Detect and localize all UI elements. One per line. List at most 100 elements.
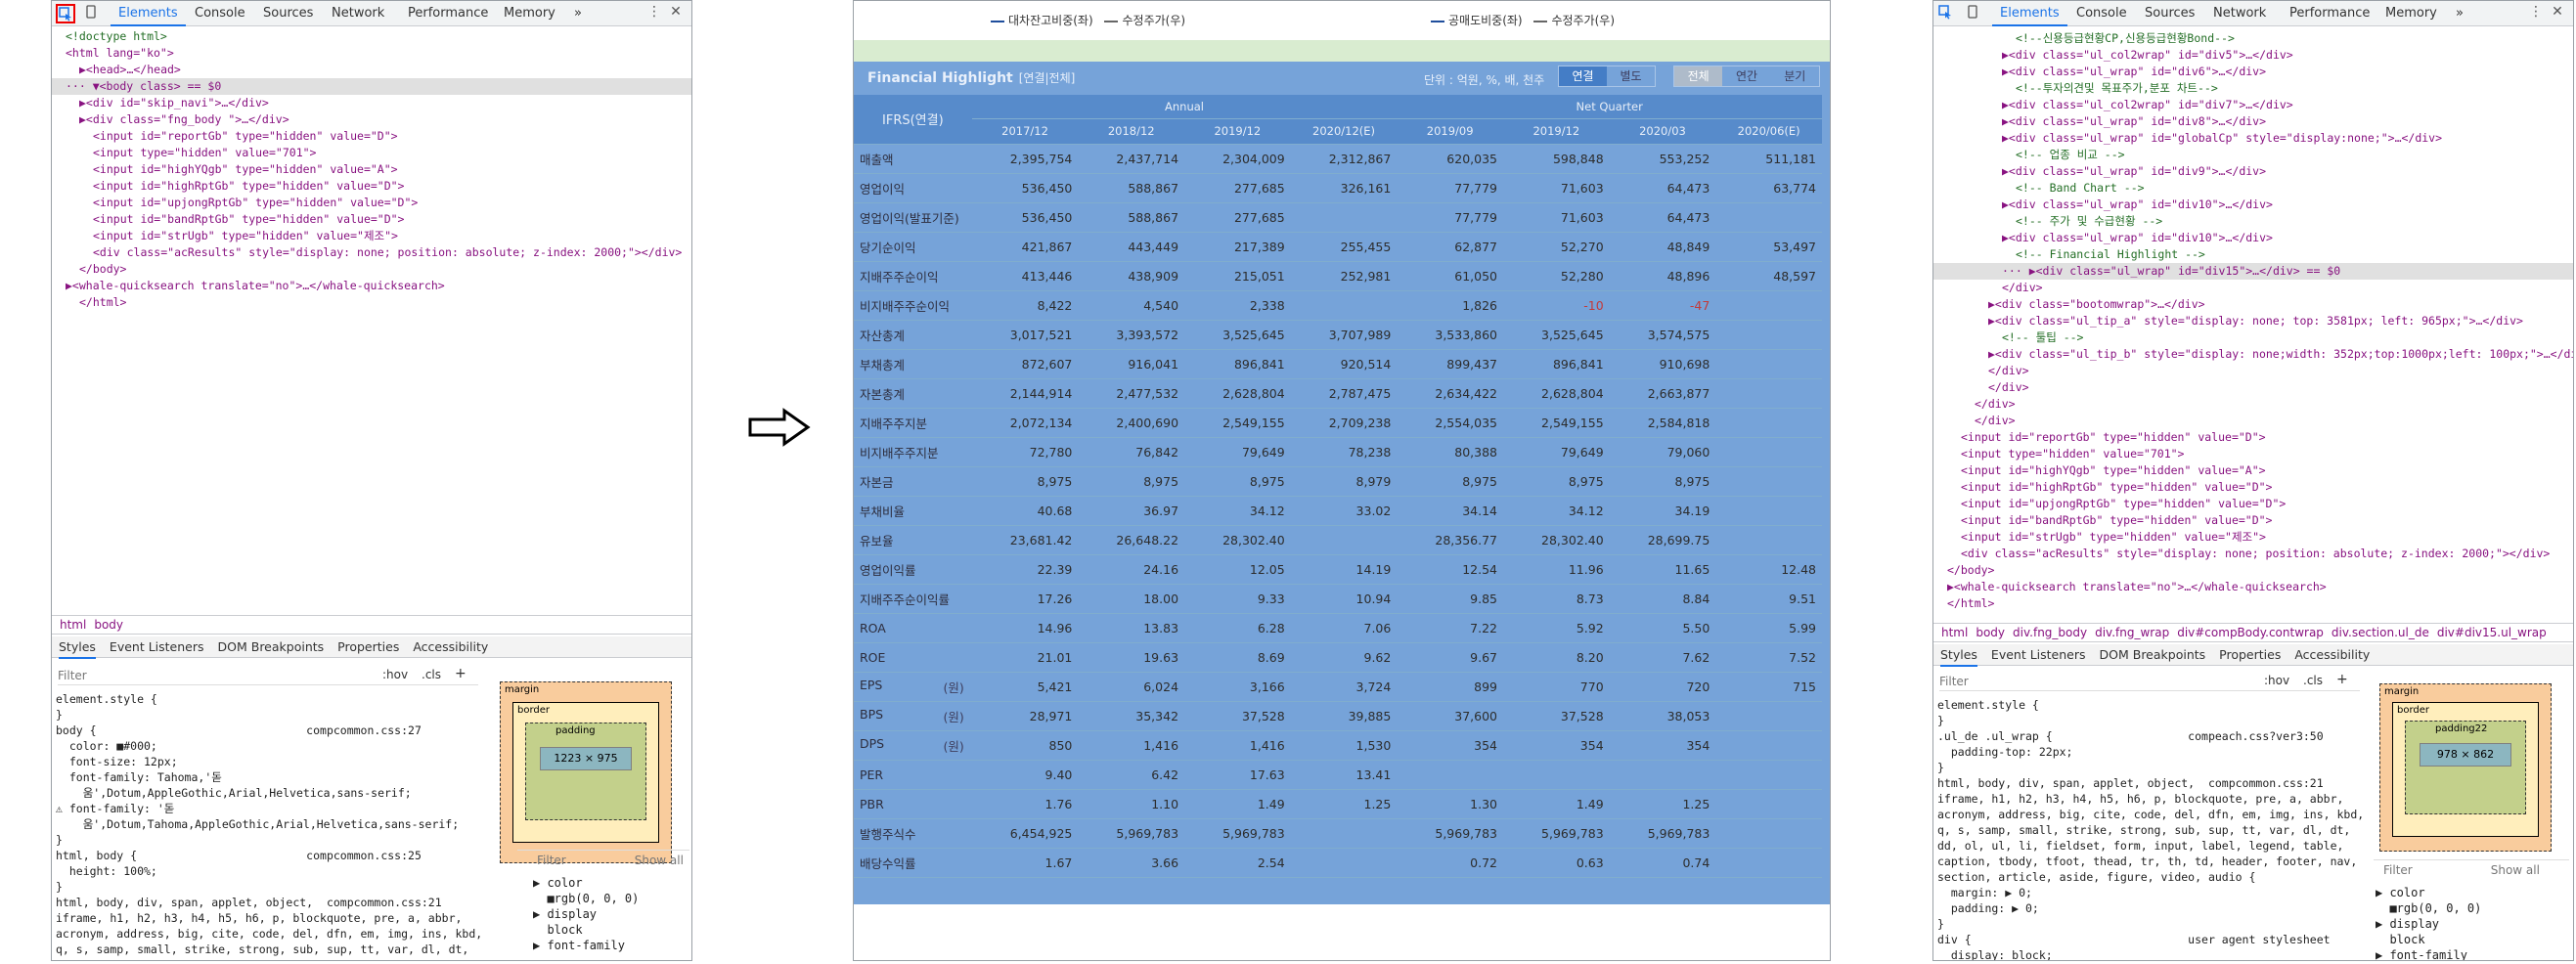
dom-node[interactable]: <!--투자의견및 목표주가,분포 차트-->	[1933, 80, 2573, 97]
styles-subtab[interactable]: DOM Breakpoints	[218, 639, 325, 654]
dom-node[interactable]: <input type="hidden" value="701">	[1933, 446, 2573, 462]
breadcrumb-item[interactable]: html	[60, 618, 86, 632]
quarter-button[interactable]: 분기	[1771, 66, 1819, 86]
tab-sources[interactable]: Sources	[255, 1, 321, 26]
new-style-rule-button[interactable]: +	[455, 666, 466, 681]
styles-subtab[interactable]: Properties	[2219, 647, 2281, 662]
dom-node[interactable]: </body>	[1933, 562, 2573, 579]
dom-node[interactable]: <!-- Financial Highlight -->	[1933, 246, 2573, 263]
computed-list[interactable]: ▶ color ■rgb(0, 0, 0) ▶ display block ▶ fo…	[533, 875, 639, 953]
new-style-rule-button[interactable]: +	[2336, 672, 2348, 687]
show-all-checkbox[interactable]: Show all	[635, 854, 684, 867]
consolidated-button[interactable]: 연결	[1559, 66, 1607, 86]
breadcrumb-item[interactable]: div#compBody.contwrap	[2177, 626, 2324, 639]
dom-node[interactable]: </div>	[1933, 280, 2573, 296]
dom-node[interactable]: <input id="highRptGb" type="hidden" valu…	[52, 178, 691, 195]
tab-elements[interactable]: Elements	[111, 1, 186, 26]
dom-node[interactable]: ▶<whale-quicksearch translate="no">…</wh…	[1933, 579, 2573, 595]
dom-node[interactable]: <input id="bandRptGb" type="hidden" valu…	[52, 211, 691, 228]
dom-node[interactable]: ▶<div class="ul_col2wrap" id="div7">…</d…	[1933, 97, 2573, 113]
dom-tree[interactable]: <!--신용등급현황CP,신용등급현황Bond--> ▶<div class="u…	[1933, 30, 2573, 612]
dom-node[interactable]: ··· ▼<body class> == $0	[52, 78, 691, 95]
dom-node[interactable]: <input id="highRptGb" type="hidden" valu…	[1933, 479, 2573, 496]
tab-console[interactable]: Console	[187, 1, 253, 26]
dom-node[interactable]: </div>	[1933, 396, 2573, 413]
tab-network[interactable]: Network	[324, 1, 392, 26]
dom-node[interactable]: ▶<div id="skip_navi">…</div>	[52, 95, 691, 111]
row-label[interactable]: 영업이익	[860, 182, 905, 197]
tab-elements[interactable]: Elements	[1992, 1, 2067, 26]
device-toolbar-icon[interactable]	[83, 4, 103, 23]
kebab-menu-icon[interactable]: ⋮	[2526, 4, 2546, 23]
dom-node[interactable]: ▶<div class="fng_body ">…</div>	[52, 111, 691, 128]
row-label[interactable]: 부채총계	[860, 358, 905, 372]
row-label[interactable]: 자본총계	[860, 387, 905, 402]
breadcrumb-item[interactable]: div.fng_body	[2013, 626, 2087, 639]
inspect-element-icon[interactable]	[1937, 4, 1957, 23]
styles-filter-input[interactable]: Filter	[1939, 672, 2360, 691]
row-label[interactable]: ROA	[860, 621, 886, 635]
styles-subtab[interactable]: Accessibility	[2294, 647, 2370, 662]
row-label[interactable]: 비지배주주지분	[860, 446, 939, 460]
hov-toggle[interactable]: :hov	[382, 668, 408, 681]
styles-subtab[interactable]: Styles	[59, 639, 96, 659]
tab-more[interactable]: »	[2448, 1, 2471, 26]
dom-node[interactable]: <input type="hidden" value="701">	[52, 145, 691, 161]
dom-node[interactable]: <div class="acResults" style="display: n…	[52, 244, 691, 261]
dom-node[interactable]: <input id="upjongRptGb" type="hidden" va…	[52, 195, 691, 211]
dom-node[interactable]: <input id="bandRptGb" type="hidden" valu…	[1933, 512, 2573, 529]
computed-filter-input[interactable]: Filter Show all	[517, 850, 689, 869]
tab-performance[interactable]: Performance	[400, 1, 496, 26]
dom-node[interactable]: <input id="highYQgb" type="hidden" value…	[1933, 462, 2573, 479]
dom-node[interactable]: </html>	[52, 294, 691, 311]
row-label[interactable]: ROE	[860, 650, 885, 665]
all-period-button[interactable]: 전체	[1674, 66, 1723, 86]
breadcrumb-item[interactable]: body	[94, 618, 123, 632]
dom-node[interactable]: <input id="upjongRptGb" type="hidden" va…	[1933, 496, 2573, 512]
kebab-menu-icon[interactable]: ⋮	[644, 4, 664, 23]
row-label[interactable]: 배당수익률	[860, 856, 916, 871]
row-label[interactable]: 자본금	[860, 475, 894, 490]
dom-node[interactable]: ▶<div class="ul_wrap" id="div10">…</div>	[1933, 197, 2573, 213]
row-label[interactable]: 영업이익률	[860, 563, 916, 578]
dom-node[interactable]: ▶<div class="ul_col2wrap" id="div5">…</d…	[1933, 47, 2573, 64]
tab-sources[interactable]: Sources	[2137, 1, 2202, 26]
row-label[interactable]: 당기순이익	[860, 241, 916, 255]
row-label[interactable]: 유보율	[860, 534, 894, 548]
close-icon[interactable]: ✕	[666, 4, 686, 23]
tab-console[interactable]: Console	[2068, 1, 2135, 26]
dom-node[interactable]: </div>	[1933, 379, 2573, 396]
breadcrumb-item[interactable]: html	[1941, 626, 1968, 639]
dom-node[interactable]: <input id="strUgb" type="hidden" value="…	[52, 228, 691, 244]
annual-button[interactable]: 연간	[1722, 66, 1770, 86]
row-label[interactable]: BPS	[860, 707, 883, 722]
row-label[interactable]: PER	[860, 767, 883, 782]
separate-button[interactable]: 별도	[1607, 66, 1655, 86]
tab-more[interactable]: »	[566, 1, 590, 26]
dom-node[interactable]: <input id="highYQgb" type="hidden" value…	[52, 161, 691, 178]
dom-node[interactable]: ··· ▶<div class="ul_wrap" id="div15">…</…	[1933, 263, 2573, 280]
tab-network[interactable]: Network	[2205, 1, 2274, 26]
close-icon[interactable]: ✕	[2548, 4, 2567, 23]
styles-pane[interactable]: element.style {} .ul_de .ul_wrap { compea…	[1937, 697, 2387, 960]
dom-node[interactable]: <!-- 주가 및 수급현황 -->	[1933, 213, 2573, 230]
dom-node[interactable]: </body>	[52, 261, 691, 278]
dom-node[interactable]: <div class="acResults" style="display: n…	[1933, 546, 2573, 562]
dom-node[interactable]: </div>	[1933, 413, 2573, 429]
row-label[interactable]: 부채비율	[860, 504, 905, 519]
row-label[interactable]: DPS	[860, 736, 884, 751]
dom-node[interactable]: ▶<div class="ul_wrap" id="div6">…</div>	[1933, 64, 2573, 80]
computed-list[interactable]: ▶ color ■rgb(0, 0, 0) ▶ display block ▶ fo…	[2376, 885, 2481, 960]
styles-subtab[interactable]: Styles	[1940, 647, 1977, 667]
show-all-checkbox[interactable]: Show all	[2491, 863, 2540, 877]
dom-node[interactable]: ▶<div class="ul_wrap" id="div8">…</div>	[1933, 113, 2573, 130]
breadcrumb-item[interactable]: div#div15.ul_wrap	[2437, 626, 2547, 639]
cls-toggle[interactable]: .cls	[2303, 674, 2323, 687]
row-label[interactable]: 발행주식수	[860, 827, 916, 842]
row-label[interactable]: 지배주주지분	[860, 416, 927, 431]
dom-node[interactable]: </div>	[1933, 363, 2573, 379]
row-label[interactable]: 비지배주주순이익	[860, 299, 950, 314]
row-label[interactable]: 매출액	[860, 153, 894, 167]
row-label[interactable]: PBR	[860, 797, 884, 811]
dom-node[interactable]: <input id="reportGb" type="hidden" value…	[1933, 429, 2573, 446]
